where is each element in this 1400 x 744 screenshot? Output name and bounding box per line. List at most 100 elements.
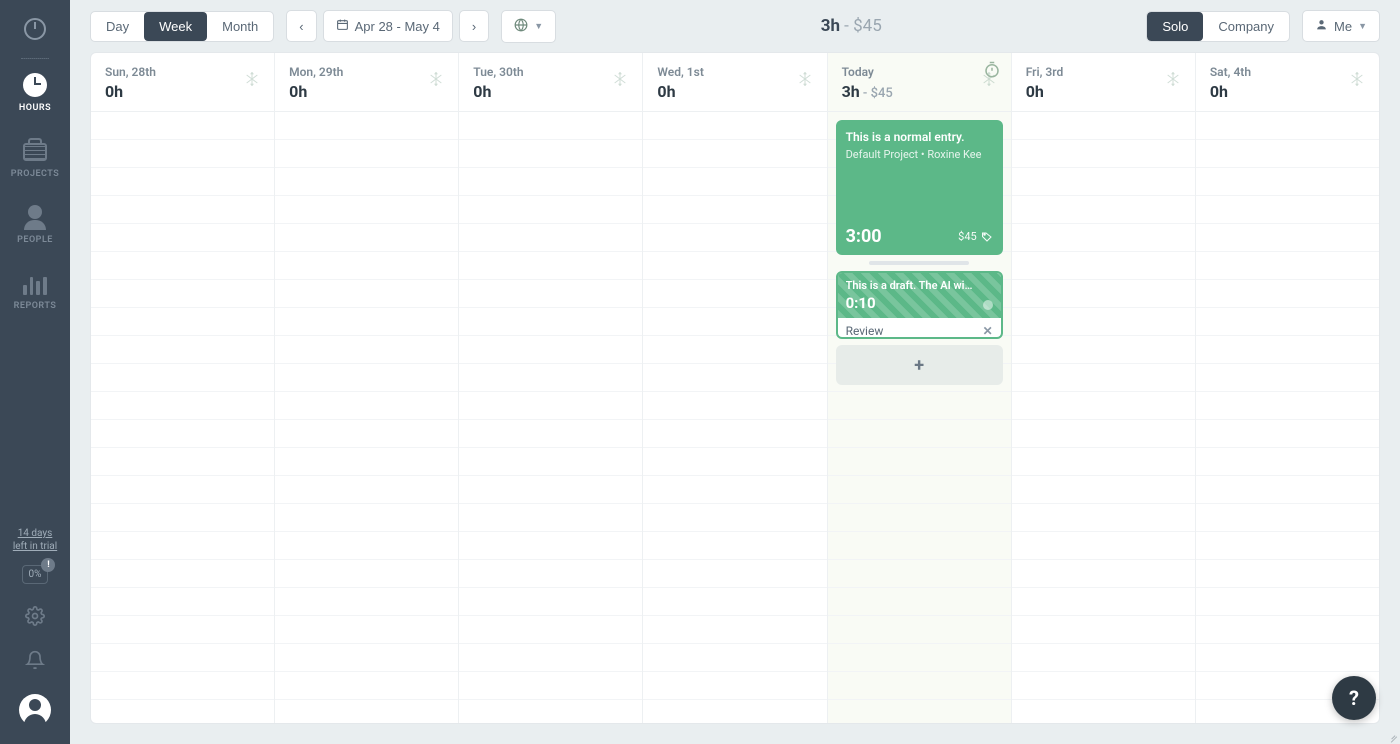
view-month[interactable]: Month — [207, 12, 273, 41]
draft-title: This is a draft. The AI wi… — [846, 279, 993, 293]
day-label: Mon, 29th — [289, 65, 343, 79]
gear-icon[interactable] — [25, 606, 45, 626]
day-hours: 0h — [1026, 82, 1064, 101]
entry-meta: Default Project • Roxine Kee — [846, 148, 993, 161]
tag-icon — [981, 231, 993, 243]
add-entry-button[interactable]: + — [836, 345, 1003, 385]
day-label: Tue, 30th — [473, 65, 523, 79]
draft-duration: 0:10 — [846, 294, 993, 312]
snowflake-icon — [612, 71, 628, 87]
day-hours: 0h — [105, 82, 156, 101]
help-button[interactable]: ? — [1332, 676, 1376, 720]
bars-icon — [23, 271, 47, 295]
nav-label: PROJECTS — [11, 169, 60, 179]
day-column-today: Today 3h - $45 This is a normal entry. D… — [828, 53, 1012, 723]
view-day[interactable]: Day — [91, 12, 144, 41]
close-icon[interactable]: ✕ — [983, 324, 993, 338]
scope-segment: Solo Company — [1146, 11, 1290, 42]
day-hours: 0h — [657, 82, 703, 101]
user-avatar[interactable] — [19, 694, 51, 726]
day-header[interactable]: Today 3h - $45 — [828, 53, 1011, 112]
snowflake-icon — [1349, 71, 1365, 87]
nav-hours[interactable]: HOURS — [19, 73, 51, 113]
day-body[interactable] — [643, 112, 826, 723]
entry-title: This is a normal entry. — [846, 130, 993, 146]
day-column: Fri, 3rd 0h — [1012, 53, 1196, 723]
resize-grip-icon — [1388, 732, 1398, 742]
view-week[interactable]: Week — [144, 12, 207, 41]
day-hours: 3h - $45 — [842, 82, 893, 101]
day-header[interactable]: Tue, 30th 0h — [459, 53, 642, 112]
alert-badge: ! — [41, 558, 55, 572]
toolbar: Day Week Month ‹ Apr 28 - May 4 › ▼ — [70, 0, 1400, 52]
person-icon — [1315, 18, 1328, 34]
day-hours: 0h — [289, 82, 343, 101]
day-header[interactable]: Fri, 3rd 0h — [1012, 53, 1195, 112]
day-body[interactable]: This is a normal entry. Default Project … — [828, 112, 1011, 723]
date-range-button[interactable]: Apr 28 - May 4 — [323, 10, 453, 42]
week-grid: Sun, 28th 0h Mon, 29th 0h Tue, 30th 0h — [90, 52, 1380, 724]
day-hours: 0h — [1210, 82, 1251, 101]
chevron-down-icon: ▼ — [534, 21, 543, 31]
date-range-label: Apr 28 - May 4 — [355, 19, 440, 34]
day-body[interactable] — [459, 112, 642, 723]
nav-label: HOURS — [19, 103, 51, 113]
bell-icon[interactable] — [25, 650, 45, 670]
day-header[interactable]: Wed, 1st 0h — [643, 53, 826, 112]
snowflake-icon — [797, 71, 813, 87]
nav-reports[interactable]: REPORTS — [14, 271, 57, 311]
status-dot-icon — [983, 300, 993, 310]
clock-outline-icon[interactable] — [24, 18, 46, 40]
day-label: Today — [842, 65, 893, 79]
me-dropdown[interactable]: Me ▼ — [1302, 10, 1380, 42]
summary-amount: $45 — [853, 16, 882, 36]
me-label: Me — [1334, 19, 1352, 34]
timer-icon[interactable] — [983, 61, 1001, 79]
scope-solo[interactable]: Solo — [1147, 12, 1203, 41]
entry-duration: 3:00 — [846, 226, 882, 247]
day-body[interactable] — [91, 112, 274, 723]
snowflake-icon — [1165, 71, 1181, 87]
divider — [21, 58, 49, 59]
day-hours: 0h — [473, 82, 523, 101]
briefcase-icon — [23, 143, 47, 161]
day-body[interactable] — [1012, 112, 1195, 723]
next-button[interactable]: › — [459, 10, 489, 42]
day-header[interactable]: Mon, 29th 0h — [275, 53, 458, 112]
day-header[interactable]: Sun, 28th 0h — [91, 53, 274, 112]
entry-amount: $45 — [958, 230, 993, 243]
summary-hours: 3h — [821, 16, 840, 36]
day-label: Wed, 1st — [657, 65, 703, 79]
globe-icon — [514, 18, 528, 35]
sidebar: HOURS PROJECTS PEOPLE REPORTS 14 days le… — [0, 0, 70, 744]
nav-projects[interactable]: PROJECTS — [11, 139, 60, 179]
person-icon — [28, 205, 42, 219]
clock-icon — [23, 73, 47, 97]
day-label: Sat, 4th — [1210, 65, 1251, 79]
nav-label: REPORTS — [14, 301, 57, 311]
day-body[interactable] — [1196, 112, 1379, 723]
day-label: Fri, 3rd — [1026, 65, 1064, 79]
day-column: Sun, 28th 0h — [91, 53, 275, 723]
scope-company[interactable]: Company — [1203, 12, 1289, 41]
calendar-icon — [336, 18, 349, 34]
nav-people[interactable]: PEOPLE — [17, 205, 53, 245]
trial-status[interactable]: 14 days left in trial — [13, 527, 57, 553]
day-column: Tue, 30th 0h — [459, 53, 643, 723]
time-entry[interactable]: This is a normal entry. Default Project … — [836, 120, 1003, 255]
review-button[interactable]: Review — [846, 324, 884, 338]
chevron-right-icon: › — [472, 19, 476, 34]
chevron-left-icon: ‹ — [299, 19, 303, 34]
day-header[interactable]: Sat, 4th 0h — [1196, 53, 1379, 112]
day-body[interactable] — [275, 112, 458, 723]
day-column: Mon, 29th 0h — [275, 53, 459, 723]
nav-label: PEOPLE — [17, 235, 53, 245]
snowflake-icon — [428, 71, 444, 87]
prev-button[interactable]: ‹ — [286, 10, 316, 42]
chevron-down-icon: ▼ — [1358, 21, 1367, 31]
resize-handle[interactable] — [869, 261, 969, 265]
draft-entry[interactable]: This is a draft. The AI wi… 0:10 Review … — [836, 271, 1003, 339]
globe-dropdown[interactable]: ▼ — [501, 10, 556, 43]
day-column: Sat, 4th 0h — [1196, 53, 1379, 723]
setup-progress[interactable]: 0% ! — [22, 565, 49, 584]
